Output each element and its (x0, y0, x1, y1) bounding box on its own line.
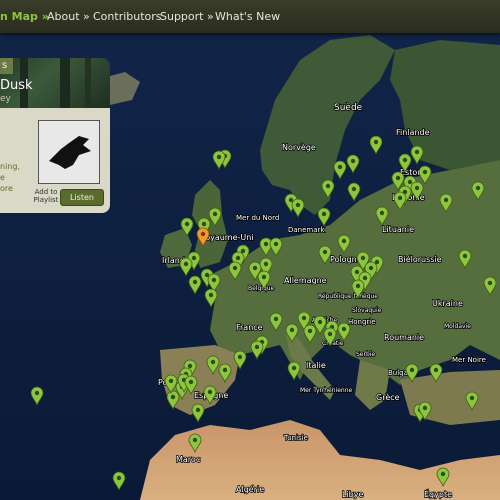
map-label-danemark: Danemark (288, 226, 325, 234)
map-label-libye: Libye (342, 490, 363, 499)
map-label-republique_tcheque: République tchèque (318, 293, 378, 300)
listen-button[interactable]: Listen (60, 189, 104, 206)
nav-whats-new[interactable]: What's New (215, 10, 280, 23)
map-label-mer_du_nord: Mer du Nord (236, 214, 279, 222)
map-label-finlande: Finlande (396, 128, 430, 137)
sound-info-panel: s Dusk ey ning, e ore Add to Playlist Li… (0, 58, 110, 213)
map-label-belgique: Belgique (248, 285, 275, 292)
panel-info-line-1: ning, (0, 162, 20, 171)
panel-subtitle: ey (0, 94, 11, 104)
map-label-tunisie: Tunisie (283, 434, 308, 442)
panel-info-line-3: ore (0, 184, 13, 193)
map-label-suede: Suède (334, 102, 363, 113)
map-label-ukraine: Ukraine (432, 299, 463, 308)
map-label-algerie: Algérie (236, 484, 264, 494)
panel-tab[interactable]: s (0, 58, 13, 74)
map-label-roumanie: Roumanie (384, 333, 424, 342)
panel-tab-label: s (2, 60, 8, 71)
map-label-france: France (236, 323, 263, 332)
map-label-serbie: Serbie (356, 351, 375, 358)
map-label-mer_tyrrhenienne: Mer Tyrrhénienne (300, 387, 353, 394)
panel-title: Dusk (0, 78, 33, 93)
raven-icon (39, 121, 99, 183)
map-label-bielorussie: Biélorussie (398, 254, 442, 264)
map-label-italie: Italie (306, 361, 326, 370)
top-navigation: n Map » About » Contributors Support » W… (0, 0, 500, 33)
map-label-slovaquie: Slovaquie (352, 307, 382, 314)
map-label-maroc: Maroc (176, 455, 200, 464)
nav-map[interactable]: n Map » (0, 10, 49, 23)
map-label-allemagne: Allemagne (284, 276, 327, 285)
nav-contributors[interactable]: Contributors (93, 10, 162, 23)
panel-info-line-2: e (0, 173, 5, 182)
map-label-grece: Grèce (376, 392, 400, 402)
add-to-playlist-link[interactable]: Add to Playlist (31, 188, 61, 204)
map-label-moldavie: Moldavie (444, 323, 471, 330)
map-label-hongrie: Hongrie (348, 318, 376, 326)
map-label-egypte: Égypte (424, 488, 452, 499)
raven-thumbnail (38, 120, 100, 184)
nav-about[interactable]: About » (47, 10, 90, 23)
map-label-lituanie: Lituanie (382, 225, 414, 234)
nav-support[interactable]: Support » (160, 10, 214, 23)
map-label-norvege: Norvège (282, 142, 316, 152)
map-label-mer_noire: Mer Noire (452, 356, 486, 364)
